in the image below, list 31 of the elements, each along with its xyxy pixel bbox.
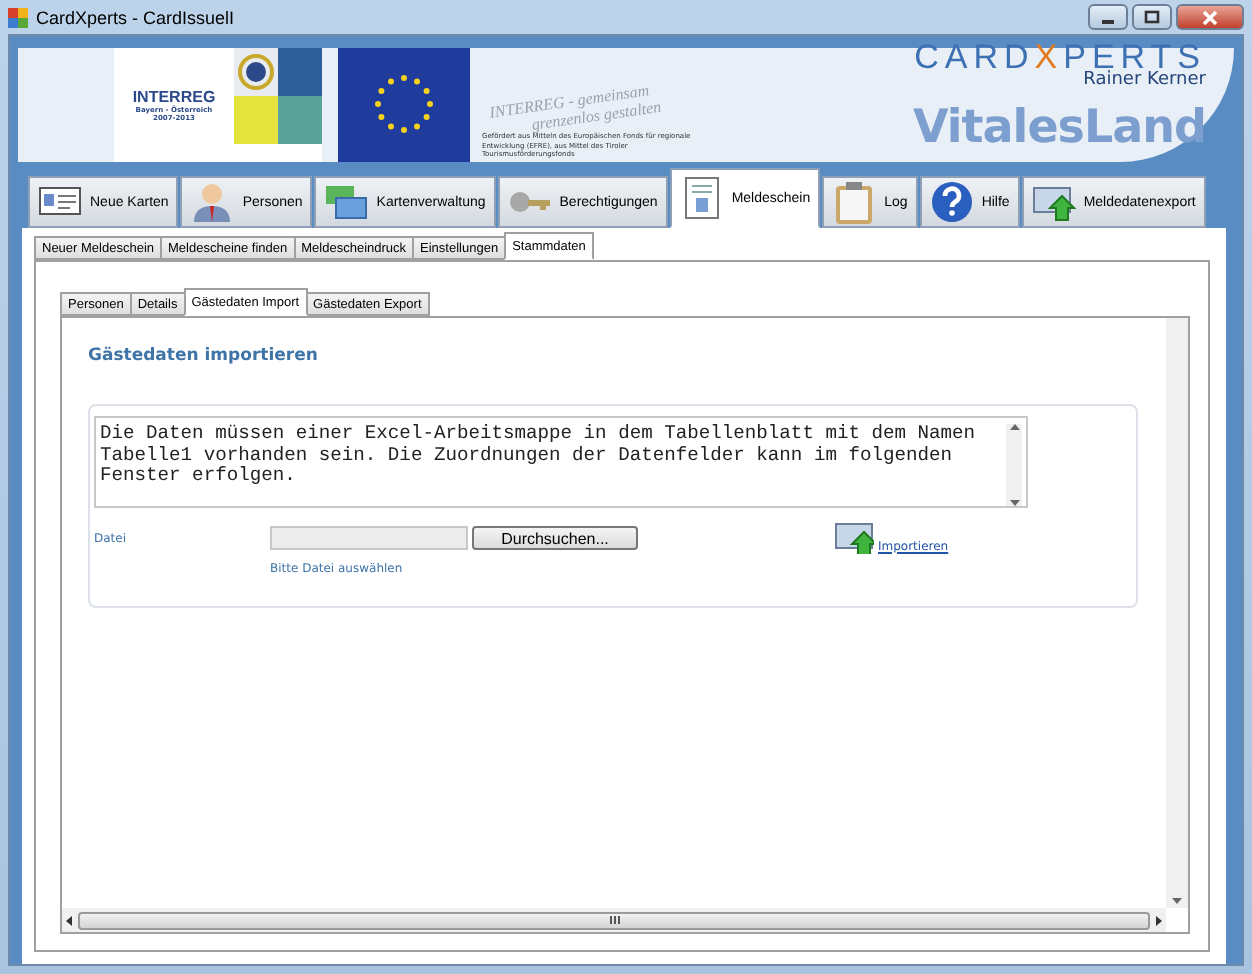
cards-icon <box>324 180 369 224</box>
person-icon <box>190 180 235 224</box>
info-text: Die Daten müssen einer Excel-Arbeitsmappe in dem Tabellenblatt mit dem Namen Tabelle1 vorhanden sein. Die Zuordnungen der Datenfelder kann im folgenden Fenster erfolgen. <box>100 424 978 490</box>
maximize-button[interactable] <box>1132 4 1172 30</box>
scroll-right-icon <box>1156 915 1162 925</box>
scroll-left-icon <box>66 915 72 925</box>
vertical-scrollbar[interactable] <box>1006 424 1022 506</box>
product-logo: VitalesLand <box>913 102 1206 154</box>
help-icon <box>929 180 974 224</box>
browse-button[interactable]: Durchsuchen... <box>472 526 638 550</box>
vertical-scrollbar[interactable] <box>1166 318 1188 908</box>
logo-title: INTERREG <box>132 88 216 106</box>
horizontal-scrollbar[interactable] <box>62 908 1166 932</box>
info-textbox[interactable]: Die Daten müssen einer Excel-Arbeitsmappe in dem Tabellenblatt mit dem Namen Tabelle1 vorhanden sein. Die Zuordnungen der Datenfelder kann im folgenden Fenster erfolgen. <box>94 416 1028 508</box>
minimize-button[interactable] <box>1088 4 1128 30</box>
scroll-down-icon <box>1009 500 1019 506</box>
brand-owner: Rainer Kerner <box>1083 70 1206 90</box>
close-icon <box>1202 9 1218 25</box>
document-icon <box>679 176 724 220</box>
clipboard-icon <box>832 180 877 224</box>
scroll-up-icon <box>1009 424 1019 430</box>
grip-icon <box>609 916 619 924</box>
scroll-thumb[interactable] <box>78 911 1150 929</box>
maximize-icon <box>1144 10 1160 24</box>
window-title: CardXperts - CardIssuelI <box>36 7 235 27</box>
section-heading: Gästedaten importieren <box>88 346 320 366</box>
slogan-text: INTERREG - gemeinsam grenzenlos gestalten <box>488 78 665 133</box>
app-icon <box>8 7 28 27</box>
close-button[interactable] <box>1176 4 1244 30</box>
file-path-field[interactable] <box>270 526 468 550</box>
scroll-down-icon <box>1172 898 1182 904</box>
